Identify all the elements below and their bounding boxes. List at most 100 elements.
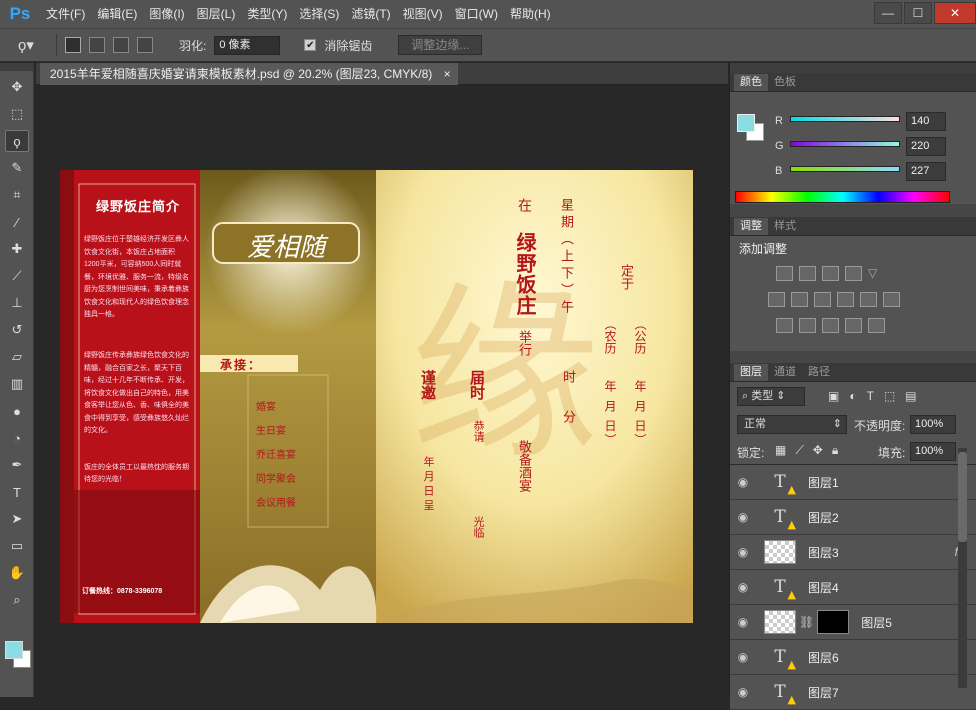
lookup-icon[interactable] xyxy=(883,292,900,307)
lasso-preset-icon[interactable]: ϙ▾ xyxy=(18,36,48,54)
curves-icon[interactable] xyxy=(822,266,839,281)
new-selection-icon[interactable] xyxy=(65,37,81,53)
healing-tool-icon[interactable]: ✚ xyxy=(5,238,29,260)
hand-tool-icon[interactable]: ✋ xyxy=(5,562,29,584)
dodge-tool-icon[interactable]: ◔ xyxy=(5,427,29,449)
tab-adjustments[interactable]: 调整 xyxy=(734,218,768,235)
image-filter-icon[interactable]: ▣ xyxy=(828,389,839,403)
lock-move-icon[interactable]: ✥ xyxy=(813,443,823,458)
exposure-icon[interactable] xyxy=(845,266,862,281)
path-select-tool-icon[interactable]: ➤ xyxy=(5,508,29,530)
kind-filter[interactable]: ⌕ 类型 ⇕ xyxy=(737,387,805,406)
menu-edit[interactable]: 编辑(E) xyxy=(91,0,143,28)
layer-row[interactable]: ◉ T ▲ 图层7 xyxy=(730,675,976,710)
tab-color[interactable]: 颜色 xyxy=(734,74,768,91)
menu-window[interactable]: 窗口(W) xyxy=(449,0,504,28)
lasso-tool-icon[interactable]: ϙ xyxy=(5,130,29,152)
tab-channels[interactable]: 通道 xyxy=(768,364,802,381)
layer-row[interactable]: ◉ T ▲ 图层4 xyxy=(730,570,976,605)
adjust-filter-icon[interactable]: ◐ xyxy=(849,389,856,403)
menu-file[interactable]: 文件(F) xyxy=(40,0,91,28)
g-value[interactable]: 220 xyxy=(906,137,946,156)
intersect-selection-icon[interactable] xyxy=(137,37,153,53)
invitation-canvas[interactable]: 缘 绿野饭庄简介 绿野饭庄位于楚雄经济开发区彝人饮食文化街，本饭庄占地面积120… xyxy=(60,170,693,623)
move-tool-icon[interactable]: ✥ xyxy=(5,76,29,98)
tab-styles[interactable]: 样式 xyxy=(768,218,802,235)
menu-layer[interactable]: 图层(L) xyxy=(191,0,242,28)
r-value[interactable]: 140 xyxy=(906,112,946,131)
feather-input[interactable]: 0 像素 xyxy=(214,35,281,55)
menu-help[interactable]: 帮助(H) xyxy=(504,0,557,28)
brightness-icon[interactable] xyxy=(776,266,793,281)
bw-icon[interactable] xyxy=(814,292,831,307)
balance-icon[interactable] xyxy=(791,292,808,307)
gradient-map-icon[interactable]: ▽ xyxy=(868,266,885,281)
stamp-tool-icon[interactable]: ⊥ xyxy=(5,292,29,314)
layer-row[interactable]: ◉ ⛓ 图层5 xyxy=(730,605,976,640)
b-slider[interactable] xyxy=(790,166,900,172)
eye-icon[interactable]: ◉ xyxy=(730,580,756,594)
invert-icon[interactable] xyxy=(776,318,793,333)
blur-tool-icon[interactable]: ● xyxy=(5,400,29,422)
antialias-checkbox[interactable]: ✔ xyxy=(304,39,317,51)
layer-row[interactable]: ◉ T ▲ 图层1 xyxy=(730,465,976,500)
menu-filter[interactable]: 滤镜(T) xyxy=(345,0,396,28)
gradient-fill-icon[interactable] xyxy=(868,318,885,333)
opacity-input[interactable]: 100% xyxy=(910,415,956,434)
text-filter-icon[interactable]: T xyxy=(867,389,874,403)
brush-tool-icon[interactable]: ⟋ xyxy=(5,265,29,287)
quick-select-tool-icon[interactable]: ✎ xyxy=(5,157,29,179)
r-slider[interactable] xyxy=(790,116,900,122)
photo-filter-icon[interactable] xyxy=(837,292,854,307)
b-value[interactable]: 227 xyxy=(906,162,946,181)
menu-view[interactable]: 视图(V) xyxy=(397,0,449,28)
layer-row[interactable]: ◉ T ▲ 图层2 xyxy=(730,500,976,535)
eraser-tool-icon[interactable]: ▱ xyxy=(5,346,29,368)
posterize-icon[interactable] xyxy=(799,318,816,333)
layer-row[interactable]: ◉图层3fx xyxy=(730,535,976,570)
lock-all-icon[interactable]: 🔒︎ xyxy=(832,443,838,458)
crop-tool-icon[interactable]: ⌗ xyxy=(5,184,29,206)
foreground-color-swatch[interactable] xyxy=(5,641,23,659)
refine-edge-button[interactable]: 调整边缘... xyxy=(398,35,483,55)
lock-brush-icon[interactable]: ⟋ xyxy=(795,443,803,458)
mask-thumbnail[interactable] xyxy=(817,610,850,634)
history-brush-icon[interactable]: ↺ xyxy=(5,319,29,341)
color-spectrum-bar[interactable] xyxy=(735,191,950,203)
tab-swatches[interactable]: 色板 xyxy=(768,74,802,91)
document-tab[interactable]: 2015羊年爱相随喜庆婚宴请柬模板素材.psd @ 20.2% (图层23, C… xyxy=(40,63,458,85)
type-tool-icon[interactable]: T xyxy=(5,481,29,503)
subtract-selection-icon[interactable] xyxy=(113,37,129,53)
selective-color-icon[interactable] xyxy=(845,318,862,333)
eye-icon[interactable]: ◉ xyxy=(730,545,756,559)
layers-scrollbar[interactable] xyxy=(958,448,967,688)
close-tab-icon[interactable]: × xyxy=(444,67,451,81)
eye-icon[interactable]: ◉ xyxy=(730,510,756,524)
tab-layers[interactable]: 图层 xyxy=(734,364,768,381)
menu-type[interactable]: 类型(Y) xyxy=(241,0,293,28)
hue-icon[interactable] xyxy=(768,292,785,307)
shape-filter-icon[interactable]: ⬚ xyxy=(884,389,895,403)
add-selection-icon[interactable] xyxy=(89,37,105,53)
fill-input[interactable]: 100% xyxy=(910,442,956,461)
pen-tool-icon[interactable]: ✒ xyxy=(5,454,29,476)
layer-row[interactable]: ◉ T ▲ 图层6 xyxy=(730,640,976,675)
blend-mode-select[interactable]: 正常 ⇕ xyxy=(737,415,847,434)
marquee-tool-icon[interactable]: ⬚ xyxy=(5,103,29,125)
zoom-tool-icon[interactable]: ⌕ xyxy=(5,589,29,611)
panel-fg-swatch[interactable] xyxy=(737,114,755,132)
mixer-icon[interactable] xyxy=(860,292,877,307)
rectangle-tool-icon[interactable]: ▭ xyxy=(5,535,29,557)
eyedropper-tool-icon[interactable]: ⁄ xyxy=(5,211,29,233)
tab-paths[interactable]: 路径 xyxy=(802,364,836,381)
maximize-button[interactable]: ☐ xyxy=(904,2,932,24)
canvas-area[interactable]: 缘 绿野饭庄简介 绿野饭庄位于楚雄经济开发区彝人饮食文化街，本饭庄占地面积120… xyxy=(36,86,728,697)
eye-icon[interactable]: ◉ xyxy=(730,475,756,489)
menu-select[interactable]: 选择(S) xyxy=(293,0,345,28)
close-button[interactable]: ✕ xyxy=(934,2,976,24)
gradient-tool-icon[interactable]: ▥ xyxy=(5,373,29,395)
g-slider[interactable] xyxy=(790,141,900,147)
eye-icon[interactable]: ◉ xyxy=(730,615,756,629)
eye-icon[interactable]: ◉ xyxy=(730,650,756,664)
minimize-button[interactable]: — xyxy=(874,2,902,24)
